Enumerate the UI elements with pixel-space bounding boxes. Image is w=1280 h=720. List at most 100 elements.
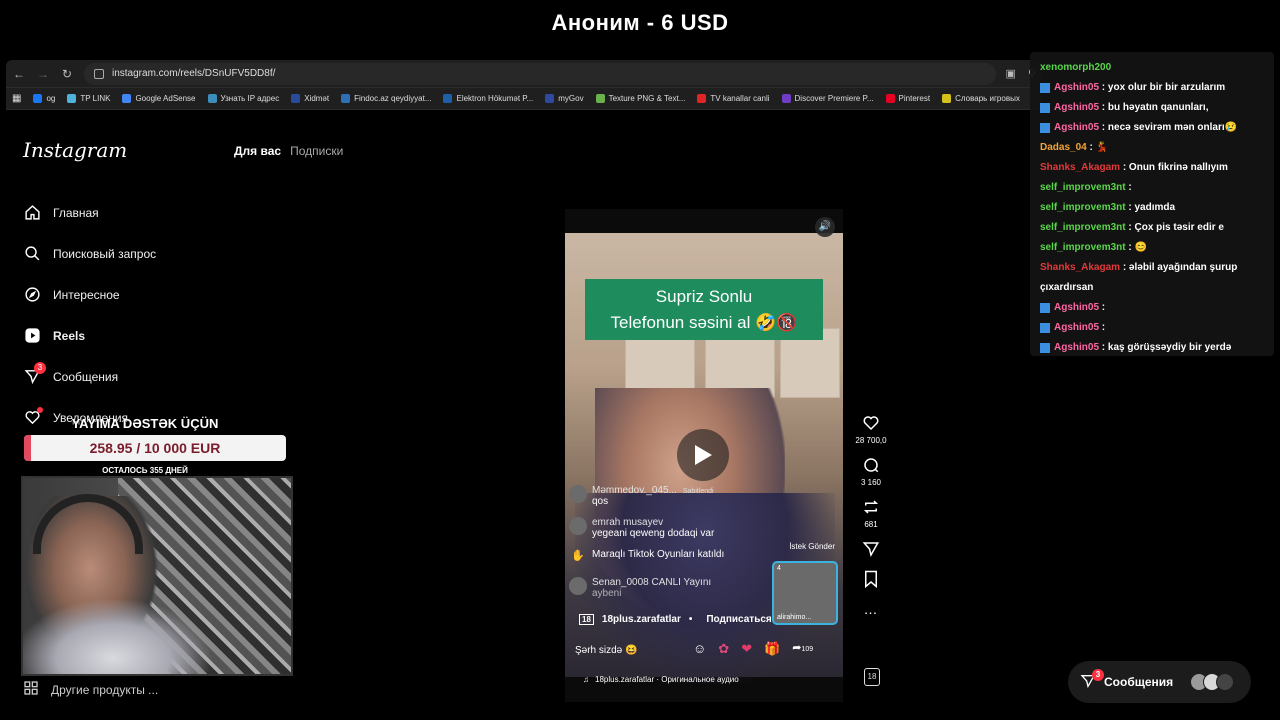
sidebar-item-label: Поисковый запрос xyxy=(53,246,157,261)
sidebar-item-explore[interactable]: Интересное xyxy=(23,274,156,315)
sidebar-item-messages[interactable]: 3 Сообщения xyxy=(23,356,156,397)
follow-button[interactable]: Подписаться xyxy=(706,614,771,625)
gift-heart-icon[interactable]: ❤ xyxy=(741,641,752,657)
play-icon[interactable] xyxy=(677,429,729,481)
bookmark-item[interactable]: Google AdSense xyxy=(122,94,196,103)
bookmark-favicon-icon xyxy=(207,94,217,103)
bookmark-item[interactable]: Узнать IP адрес xyxy=(207,94,280,103)
gift-box-icon[interactable]: 🎁 xyxy=(764,641,780,657)
back-icon[interactable]: ← xyxy=(12,67,26,81)
sidebar-item-reels[interactable]: Reels xyxy=(23,315,156,356)
chat-username[interactable]: self_improvem3nt xyxy=(1040,182,1126,193)
more-products-link[interactable]: Другие продукты ... xyxy=(23,680,158,699)
share-icon[interactable]: ➦109 xyxy=(792,641,813,657)
chat-message: Agshin05 : xyxy=(1040,298,1266,318)
comment-input[interactable]: Şərh sizdə 😆 xyxy=(575,645,637,656)
emoji-icon[interactable]: ☺ xyxy=(693,641,706,657)
sidebar-item-search[interactable]: Поисковый запрос xyxy=(23,233,156,274)
reel-caption: Supriz Sonlu Telefonun səsini al 🤣🔞 xyxy=(585,279,823,340)
chat-username[interactable]: Shanks_Akagam xyxy=(1040,162,1120,173)
more-button[interactable]: … xyxy=(851,599,891,619)
repost-button[interactable]: 681 xyxy=(851,497,891,529)
bookmark-item[interactable]: TP LINK xyxy=(67,94,110,103)
bookmark-favicon-icon xyxy=(595,94,605,103)
comment-text: yegeani qeweng dodaqi var xyxy=(592,528,715,539)
tab-following[interactable]: Подписки xyxy=(290,144,343,158)
author-name[interactable]: 18plus.zarafatlar xyxy=(602,614,681,625)
share-button[interactable] xyxy=(851,539,891,559)
list-item: Məmmedov._045... Sabitlendi qos xyxy=(569,485,839,507)
sidebar-item-home[interactable]: Главная xyxy=(23,192,156,233)
chat-username[interactable]: Agshin05 xyxy=(1054,322,1099,333)
live-thumbnail[interactable]: 4 alirahimo... xyxy=(772,561,838,625)
bookmark-item[interactable]: Texture PNG & Text... xyxy=(595,94,685,103)
chat-line: self_improvem3nt : Çox pis təsir edir e xyxy=(1040,218,1224,238)
chat-username[interactable]: self_improvem3nt xyxy=(1040,202,1126,213)
url-text[interactable]: instagram.com/reels/DSnUFV5DD8f/ xyxy=(112,68,275,79)
chat-username[interactable]: self_improvem3nt xyxy=(1040,222,1126,233)
site-info-icon[interactable] xyxy=(94,68,104,79)
bookmark-item[interactable]: og xyxy=(33,94,55,103)
bookmark-label: Xidmət xyxy=(304,94,330,103)
chat-line: Agshin05 : necə sevirəm mən onları😢 xyxy=(1054,118,1237,138)
bookmark-item[interactable]: Elektron Hökumət P... xyxy=(443,94,533,103)
age-rating-badge[interactable]: 18 xyxy=(864,668,880,686)
chat-username[interactable]: Agshin05 xyxy=(1054,302,1099,313)
comment-text: qos xyxy=(592,496,609,507)
chat-text: : bu həyatın qanunları, xyxy=(1101,102,1209,113)
reel-video[interactable]: 🔊 Supriz Sonlu Telefonun səsini al 🤣🔞 Mə… xyxy=(565,209,843,702)
chat-badge-icon xyxy=(1040,83,1050,93)
chat-text: : yadımda xyxy=(1128,202,1176,213)
music-note-icon: ♫ xyxy=(583,675,589,684)
reload-icon[interactable]: ↻ xyxy=(60,67,74,81)
chat-line: self_improvem3nt : yadımda xyxy=(1040,198,1175,218)
bookmark-favicon-icon xyxy=(67,94,77,103)
repost-count: 681 xyxy=(864,520,878,529)
install-app-icon[interactable]: ▣ xyxy=(1006,67,1016,80)
bookmark-icon xyxy=(861,569,881,589)
audio-track[interactable]: ♫ 18plus.zarafatlar · Оригинальное аудио xyxy=(583,675,739,684)
chat-text: : kaş görüşsəydiy bir yerdə xyxy=(1101,342,1232,353)
url-field[interactable]: instagram.com/reels/DSnUFV5DD8f/ xyxy=(84,62,996,85)
viewer-count: 4 xyxy=(777,565,781,572)
tab-for-you[interactable]: Для вас xyxy=(234,144,281,158)
save-button[interactable] xyxy=(851,569,891,589)
comment-user: emrah musayev xyxy=(592,517,664,528)
chat-badge-icon xyxy=(1040,323,1050,333)
chat-username[interactable]: xenomorph200 xyxy=(1040,62,1111,73)
chat-username[interactable]: Agshin05 xyxy=(1054,82,1099,93)
apps-grid-icon[interactable]: ▦ xyxy=(12,93,21,104)
bookmark-item[interactable]: Xidmət xyxy=(291,94,329,103)
avatar: ✋ xyxy=(571,550,585,562)
donation-amount: 258.95 / 10 000 EUR xyxy=(89,440,221,456)
instagram-logo[interactable]: Instagram xyxy=(23,138,127,162)
bookmark-item[interactable]: Discover Premiere P... xyxy=(781,94,874,103)
sidebar-item-label: Интересное xyxy=(53,287,120,302)
chat-username[interactable]: Shanks_Akagam xyxy=(1040,262,1120,273)
forward-icon[interactable]: → xyxy=(36,67,50,81)
chat-badge-icon xyxy=(1040,103,1050,113)
like-count: 28 700,0 xyxy=(855,436,887,445)
heart-icon xyxy=(861,413,881,433)
send-request-button[interactable]: İstek Gönder xyxy=(789,542,835,551)
chat-badge-icon xyxy=(1040,303,1050,313)
bookmark-item[interactable]: myGov xyxy=(545,94,584,103)
bookmark-label: Узнать IP адрес xyxy=(220,94,280,103)
chat-username[interactable]: Agshin05 xyxy=(1054,122,1099,133)
messages-bubble[interactable]: 3 Сообщения xyxy=(1068,661,1251,703)
comment-button[interactable]: 3 160 xyxy=(851,455,891,487)
speaker-icon[interactable]: 🔊 xyxy=(815,217,835,237)
chat-message: Dadas_04 : 💃 xyxy=(1040,138,1266,158)
chat-username[interactable]: self_improvem3nt xyxy=(1040,242,1126,253)
like-button[interactable]: 28 700,0 xyxy=(851,413,891,445)
gift-rose-icon[interactable]: ✿ xyxy=(718,641,729,657)
comment-user: Senan_0008 CANLI Yayını xyxy=(592,577,712,588)
bookmark-item[interactable]: Findoc.az qeydiyyat... xyxy=(341,94,431,103)
chat-username[interactable]: Agshin05 xyxy=(1054,102,1099,113)
bookmark-item[interactable]: Словарь игровых xyxy=(942,94,1020,103)
bookmark-item[interactable]: TV kanallar canli xyxy=(697,94,770,103)
chat-username[interactable]: Dadas_04 xyxy=(1040,142,1087,153)
bookmark-favicon-icon xyxy=(545,94,555,103)
bookmark-item[interactable]: Pinterest xyxy=(885,94,930,103)
chat-username[interactable]: Agshin05 xyxy=(1054,342,1099,353)
